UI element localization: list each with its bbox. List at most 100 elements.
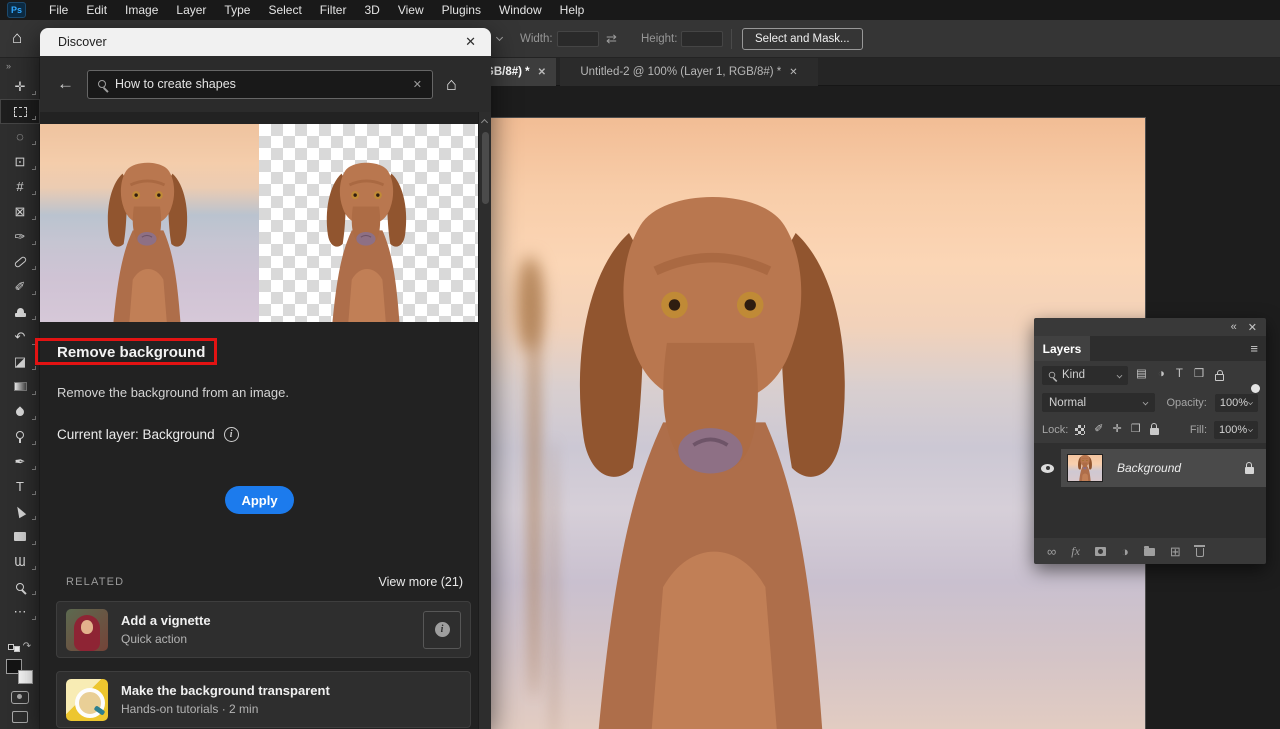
back-arrow-icon[interactable]: ← [57, 74, 74, 94]
more-tools[interactable]: ⋯ [0, 599, 40, 624]
width-field[interactable] [557, 31, 599, 47]
add-layer-mask-icon[interactable] [1095, 547, 1106, 556]
layer-thumbnail[interactable] [1067, 454, 1103, 482]
new-layer-icon[interactable]: ⊞ [1170, 545, 1181, 558]
default-and-swap-colors[interactable]: ↷ [8, 641, 31, 652]
layer-name[interactable]: Background [1117, 461, 1181, 475]
fill-dropdown[interactable]: 100% [1214, 421, 1258, 439]
discover-home-icon[interactable]: ⌂ [446, 74, 457, 95]
info-icon[interactable] [224, 427, 239, 442]
clone-stamp-tool[interactable] [0, 299, 40, 324]
clear-search-icon[interactable]: ✕ [413, 78, 422, 91]
move-tool[interactable]: ✛ [0, 74, 40, 99]
eraser-tool[interactable]: ◪ [0, 349, 40, 374]
menu-item-type[interactable]: Type [215, 0, 259, 20]
layer-lock-icon [1245, 467, 1254, 474]
filter-adjustment-icon[interactable]: ◑ [1158, 369, 1165, 381]
eye-zone[interactable] [1034, 464, 1061, 473]
info-button[interactable] [423, 611, 461, 649]
menu-item-select[interactable]: Select [259, 0, 310, 20]
scrollbar[interactable] [478, 112, 491, 729]
panel-menu-icon[interactable]: ≡ [1250, 341, 1258, 356]
menu-item-plugins[interactable]: Plugins [433, 0, 490, 20]
document-tab-2[interactable]: Untitled-2 @ 100% (Layer 1, RGB/8#) * ✕ [560, 58, 818, 86]
close-panel-icon[interactable]: ✕ [1248, 321, 1257, 334]
rectangular-marquee-tool[interactable] [0, 99, 40, 124]
filter-shape-icon[interactable]: ❒ [1194, 369, 1204, 381]
tab-layers[interactable]: Layers [1034, 336, 1090, 361]
link-layers-icon[interactable]: ∞ [1047, 545, 1056, 558]
object-selection-tool[interactable]: ⊡ [0, 149, 40, 174]
zoom-tool[interactable] [0, 574, 40, 599]
lock-all-icon[interactable] [1150, 428, 1159, 435]
frame-tool[interactable]: ⊠ [0, 199, 40, 224]
layer-row-background[interactable]: Background [1034, 449, 1266, 487]
new-adjustment-layer-icon[interactable]: ◑ [1121, 545, 1129, 558]
collapse-panel-icon[interactable]: « [1231, 321, 1237, 333]
home-icon[interactable]: ⌂ [12, 28, 22, 48]
lock-pixels-icon[interactable]: ✐ [1094, 424, 1103, 435]
close-tab-icon[interactable]: ✕ [538, 67, 546, 78]
menu-item-help[interactable]: Help [551, 0, 594, 20]
quick-mask-icon[interactable] [11, 691, 29, 704]
menu-item-filter[interactable]: Filter [311, 0, 356, 20]
rectangle-tool[interactable] [0, 524, 40, 549]
height-field[interactable] [681, 31, 723, 47]
menu-item-view[interactable]: View [389, 0, 433, 20]
apply-button[interactable]: Apply [225, 486, 294, 514]
related-card[interactable]: Add a vignetteQuick action [56, 601, 471, 658]
path-selection-tool[interactable] [0, 499, 40, 524]
portrait-thumbnail [66, 609, 108, 651]
swap-colors-icon[interactable]: ↷ [23, 641, 31, 652]
background-color-swatch[interactable] [18, 670, 33, 684]
lock-transparency-icon[interactable] [1075, 425, 1085, 435]
layer-effects-icon[interactable]: fx [1071, 544, 1080, 559]
lasso-tool[interactable]: ◌ [0, 124, 40, 149]
close-tab-icon[interactable]: ✕ [789, 67, 797, 78]
filter-image-icon[interactable]: ▤ [1136, 369, 1147, 381]
filter-type-icon[interactable]: T [1176, 369, 1183, 381]
swap-dimensions-icon[interactable]: ⇄ [606, 31, 617, 47]
lock-artboard-icon[interactable]: ❒ [1131, 424, 1141, 435]
scroll-up-icon[interactable] [481, 119, 488, 126]
menu-item-window[interactable]: Window [490, 0, 551, 20]
menu-item-edit[interactable]: Edit [77, 0, 116, 20]
blend-mode-dropdown[interactable]: Normal [1042, 393, 1155, 412]
new-group-icon[interactable] [1144, 548, 1155, 556]
collapse-tools-icon[interactable]: » [0, 58, 39, 74]
lock-position-icon[interactable]: ✛ [1113, 424, 1122, 435]
pen-tool[interactable]: ✒ [0, 449, 40, 474]
menu-item-3d[interactable]: 3D [355, 0, 388, 20]
kind-filter-dropdown[interactable]: Kind [1042, 366, 1128, 385]
dodge-tool[interactable] [0, 424, 40, 449]
brush-tool[interactable]: ✐ [0, 274, 40, 299]
visibility-eye-icon[interactable] [1041, 464, 1054, 473]
dog-before [85, 152, 210, 322]
select-and-mask-button[interactable]: Select and Mask... [742, 28, 863, 50]
history-brush-tool[interactable]: ↶ [0, 324, 40, 349]
scrollbar-thumb[interactable] [482, 132, 489, 204]
filter-toggle-icon[interactable] [1251, 384, 1260, 393]
view-more-link[interactable]: View more (21) [378, 575, 463, 589]
spot-healing-brush-tool[interactable] [0, 249, 40, 274]
color-swatches[interactable] [6, 659, 33, 684]
menu-item-image[interactable]: Image [116, 0, 167, 20]
screen-mode-icon[interactable] [12, 711, 28, 723]
delete-layer-icon[interactable] [1196, 548, 1204, 557]
blur-tool[interactable] [0, 399, 40, 424]
hand-tool[interactable]: Ɯ [0, 549, 40, 574]
search-box[interactable]: ✕ [87, 70, 433, 99]
close-icon[interactable]: ✕ [465, 34, 476, 50]
after-image-transparent [259, 124, 478, 322]
menu-item-file[interactable]: File [40, 0, 77, 20]
opacity-dropdown[interactable]: 100% [1215, 394, 1258, 412]
eyedropper-tool[interactable]: ✑ [0, 224, 40, 249]
crop-tool[interactable]: # [0, 174, 40, 199]
search-input[interactable] [115, 77, 404, 91]
menu-item-layer[interactable]: Layer [167, 0, 215, 20]
filter-smart-object-icon[interactable] [1215, 374, 1224, 381]
related-card[interactable]: Make the background transparentHands-on … [56, 671, 471, 728]
gradient-tool[interactable] [0, 374, 40, 399]
type-tool[interactable]: T [0, 474, 40, 499]
options-dropdown-chevron-icon[interactable] [496, 34, 503, 41]
